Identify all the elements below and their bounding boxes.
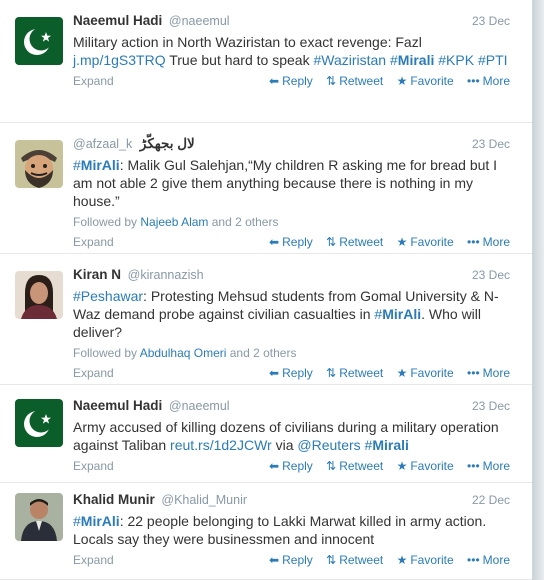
reply-icon: ⬅ [269,235,280,249]
hashtag-link[interactable]: #Mirali [365,437,409,453]
tweet-text: Military action in North Waziristan to e… [73,33,510,69]
tweet[interactable]: Khalid Munir @Khalid_Munir 22 Dec #MirAl… [0,483,532,580]
avatar-photo-woman[interactable] [15,271,63,319]
favorite-button[interactable]: ★ Favorite [397,74,454,88]
tweet-text: #MirAli: 22 people belonging to Lakki Ma… [73,512,510,548]
author-username[interactable]: @Khalid_Munir [161,493,247,507]
tweet-link[interactable]: j.mp/1gS3TRQ [73,52,166,68]
followed-by: Followed by Najeeb Alam and 2 others [73,215,279,229]
retweet-button[interactable]: ⇅ Retweet [326,235,383,249]
reply-icon: ⬅ [269,74,280,88]
hashtag-link[interactable]: #Waziristan [313,52,386,68]
author-username[interactable]: @naeemul [169,14,230,28]
star-icon: ★ [396,553,408,567]
hashtag-link[interactable]: #KPK [438,52,474,68]
author-fullname[interactable]: لال بجھکّڑ [140,136,195,151]
scrollbar-track[interactable] [533,0,544,580]
reply-icon: ⬅ [269,459,280,473]
tweet-text: #Peshawar: Protesting Mehsud students fr… [73,287,510,341]
tweet-text-segment: Military action in North Waziristan to e… [73,34,422,50]
reply-button[interactable]: ⬅ Reply [269,235,313,249]
more-button[interactable]: ••• More [467,459,510,473]
author-fullname[interactable]: Naeemul Hadi [73,13,162,28]
star-icon: ★ [396,74,408,88]
author-fullname[interactable]: Khalid Munir [73,492,155,507]
tweet-text-segment: via [271,437,298,453]
more-button[interactable]: ••• More [467,235,510,249]
hashtag-link[interactable]: #MirAli [73,157,120,173]
favorite-button[interactable]: ★ Favorite [397,235,454,249]
tweet-text: Army accused of killing dozens of civili… [73,418,510,454]
author-username[interactable]: @afzaal_k [73,137,132,151]
retweet-icon: ⇅ [326,366,337,380]
retweet-icon: ⇅ [326,553,337,567]
favorite-button[interactable]: ★ Favorite [397,553,454,567]
hashtag-link[interactable]: #Mirali [390,52,434,68]
tweet[interactable]: @afzaal_k لال بجھکّڑ 23 Dec #MirAli: Mal… [0,123,532,254]
tweet-timestamp[interactable]: 23 Dec [472,397,510,415]
tweet-link[interactable]: @Reuters [297,437,360,453]
reply-icon: ⬅ [269,553,280,567]
follower-name-link[interactable]: Abdulhaq Omeri [140,346,227,360]
retweet-icon: ⇅ [326,459,337,473]
author-username[interactable]: @kirannazish [128,268,204,282]
author-fullname[interactable]: Kiran N [73,267,121,282]
more-button[interactable]: ••• More [467,74,510,88]
reply-button[interactable]: ⬅ Reply [269,459,313,473]
star-icon: ★ [396,459,408,473]
tweet-text-segment: True but hard to speak [165,52,314,68]
tweet-stream: Naeemul Hadi @naeemul 23 Dec Military ac… [0,0,533,580]
tweet[interactable]: Kiran N @kirannazish 23 Dec #Peshawar: P… [0,254,532,385]
star-icon: ★ [396,235,408,249]
tweet-link[interactable]: reut.rs/1d2JCWr [170,437,272,453]
expand-link[interactable]: Expand [73,74,114,88]
hashtag-link[interactable]: #PTI [478,52,508,68]
tweet-timestamp[interactable]: 23 Dec [472,266,510,284]
expand-link[interactable]: Expand [73,459,114,473]
retweet-button[interactable]: ⇅ Retweet [326,553,383,567]
avatar-pakistan-flag[interactable] [15,17,63,65]
hashtag-link[interactable]: #MirAli [73,513,120,529]
reply-button[interactable]: ⬅ Reply [269,74,313,88]
hashtag-link[interactable]: #Peshawar [73,288,143,304]
tweet-text-segment: : 22 people belonging to Lakki Marwat ki… [73,513,487,547]
retweet-icon: ⇅ [326,74,337,88]
more-button[interactable]: ••• More [467,553,510,567]
tweet-text-segment: : Malik Gul Salehjan,“My children R aski… [73,157,498,209]
hashtag-link[interactable]: #MirAli [374,306,421,322]
tweet-timestamp[interactable]: 23 Dec [472,135,510,153]
retweet-icon: ⇅ [326,235,337,249]
retweet-button[interactable]: ⇅ Retweet [326,366,383,380]
reply-icon: ⬅ [269,366,280,380]
favorite-button[interactable]: ★ Favorite [397,459,454,473]
expand-link[interactable]: Expand [73,553,114,567]
favorite-button[interactable]: ★ Favorite [397,366,454,380]
avatar-pakistan-flag[interactable] [15,399,63,447]
tweet[interactable]: Naeemul Hadi @naeemul 23 Dec Army accuse… [0,385,532,483]
star-icon: ★ [396,366,408,380]
author-username[interactable]: @naeemul [169,399,230,413]
expand-link[interactable]: Expand [73,235,114,249]
tweet-timestamp[interactable]: 23 Dec [472,12,510,30]
more-dots-icon: ••• [467,459,480,473]
tweet[interactable]: Naeemul Hadi @naeemul 23 Dec Military ac… [0,0,532,123]
more-dots-icon: ••• [467,74,480,88]
retweet-button[interactable]: ⇅ Retweet [326,74,383,88]
reply-button[interactable]: ⬅ Reply [269,553,313,567]
more-button[interactable]: ••• More [467,366,510,380]
follower-name-link[interactable]: Najeeb Alam [140,215,208,229]
avatar-cartoon-man[interactable] [15,140,63,188]
retweet-button[interactable]: ⇅ Retweet [326,459,383,473]
avatar-photo-man[interactable] [15,493,63,541]
reply-button[interactable]: ⬅ Reply [269,366,313,380]
tweet-text: #MirAli: Malik Gul Salehjan,“My children… [73,156,510,210]
more-dots-icon: ••• [467,235,480,249]
more-dots-icon: ••• [467,553,480,567]
expand-link[interactable]: Expand [73,366,114,380]
author-fullname[interactable]: Naeemul Hadi [73,398,162,413]
more-dots-icon: ••• [467,366,480,380]
tweet-timestamp[interactable]: 22 Dec [472,491,510,509]
followed-by: Followed by Abdulhaq Omeri and 2 others [73,346,297,360]
